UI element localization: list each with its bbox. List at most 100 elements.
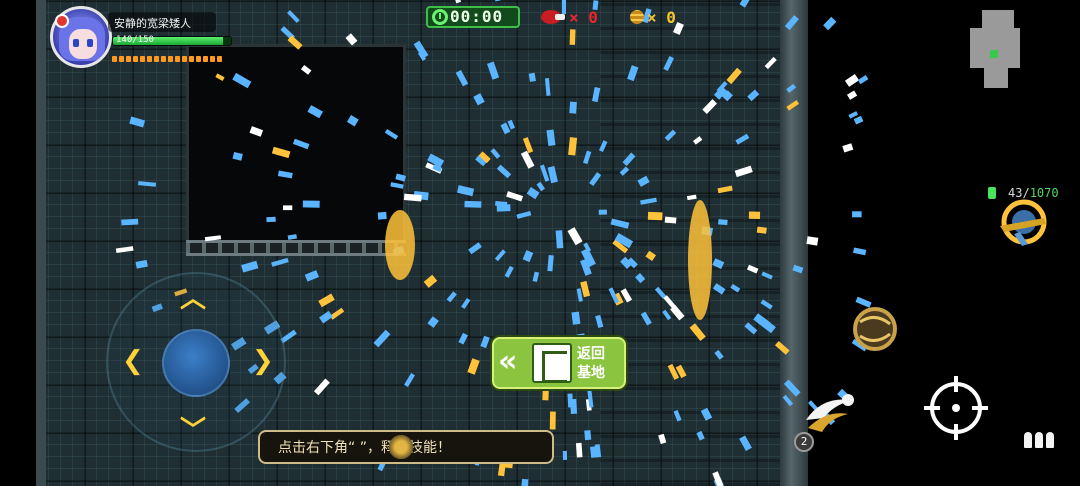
hp-text: 140/150 xyxy=(116,35,154,45)
effect-shard xyxy=(377,211,387,220)
effect-shard xyxy=(792,264,804,274)
effect-shard xyxy=(528,72,536,82)
effect-shard xyxy=(734,165,753,178)
effect-shard xyxy=(135,259,148,269)
coin-count: × 0 xyxy=(647,8,676,27)
effect-shard xyxy=(313,378,330,396)
effect-shard xyxy=(730,283,741,293)
energy-pip xyxy=(133,56,138,62)
effect-shard xyxy=(423,274,438,288)
effect-shard xyxy=(494,249,506,262)
effect-shard xyxy=(346,115,359,127)
energy-pip xyxy=(203,56,208,62)
effect-shard xyxy=(467,358,480,375)
timer-text: 00:00 xyxy=(450,7,504,26)
kill-icon xyxy=(541,10,565,24)
effect-shard xyxy=(647,211,663,221)
effect-shard xyxy=(473,93,485,106)
effect-shard xyxy=(857,74,869,85)
effect-shard xyxy=(532,271,540,282)
effect-shard xyxy=(493,0,501,2)
effect-shard xyxy=(539,164,550,182)
effect-shard xyxy=(735,133,750,145)
effect-shard xyxy=(640,311,652,326)
effect-shard xyxy=(823,16,837,31)
effect-shard xyxy=(390,182,404,189)
effect-shard xyxy=(304,270,320,282)
weapon-icon[interactable] xyxy=(996,198,1052,250)
effect-shard xyxy=(569,29,576,45)
effect-shard xyxy=(307,105,323,119)
tip-text: 点击右下角“ ”，释放技能！ xyxy=(278,440,451,456)
effect-shard xyxy=(266,216,276,223)
effect-shard xyxy=(575,442,583,458)
energy-pip xyxy=(112,56,117,62)
effect-shard xyxy=(569,101,577,114)
effect-shard xyxy=(395,173,407,182)
effect-shard xyxy=(555,230,564,249)
energy-pip xyxy=(217,56,222,62)
effect-shard xyxy=(536,181,545,192)
effect-shard xyxy=(635,273,646,284)
effect-shard xyxy=(748,211,761,219)
effect-shard xyxy=(121,218,139,226)
effect-shard xyxy=(726,67,742,85)
effect-shard xyxy=(464,200,482,208)
energy-pip xyxy=(154,56,159,62)
avatar-eye-right xyxy=(87,39,93,47)
effect-shard xyxy=(249,126,264,137)
energy-pip xyxy=(175,56,180,62)
effect-shard xyxy=(658,433,667,445)
chevron-up-icon: ︿ xyxy=(180,284,207,314)
effect-shard xyxy=(786,83,797,94)
effect-shard xyxy=(455,70,469,87)
effect-shard xyxy=(664,216,677,224)
effect-shard xyxy=(589,172,602,186)
effect-shard xyxy=(712,283,726,295)
effect-shard xyxy=(567,227,583,246)
notification-badge xyxy=(55,14,69,28)
effect-shard xyxy=(138,181,157,187)
effect-shard xyxy=(667,363,680,380)
energy-pip xyxy=(119,56,124,62)
effect-shard xyxy=(480,335,490,349)
effect-shard xyxy=(271,146,291,159)
effect-shard xyxy=(756,226,767,234)
chevron-right-icon: ❯ xyxy=(252,346,274,376)
effect-shard xyxy=(562,450,568,460)
effect-shard xyxy=(622,152,636,167)
effect-shard xyxy=(520,478,529,486)
effect-shard xyxy=(610,218,630,229)
chevron-left-icon: ❮ xyxy=(122,346,144,376)
clock-icon xyxy=(432,9,448,25)
effect-shard xyxy=(848,111,858,119)
crosshair-icon[interactable] xyxy=(920,372,992,444)
effect-shard xyxy=(852,211,862,218)
effect-shard xyxy=(506,191,524,202)
effect-shard xyxy=(696,430,705,441)
effect-shard xyxy=(739,0,753,8)
effect-shard xyxy=(595,314,604,329)
effect-shard xyxy=(598,209,607,215)
effect-shard xyxy=(689,323,706,341)
effect-shard xyxy=(318,293,335,308)
effect-shard xyxy=(786,100,800,111)
enemy-sprite xyxy=(688,200,712,320)
effect-shard xyxy=(404,372,415,388)
minimap[interactable] xyxy=(968,10,1024,90)
joystick-knob[interactable] xyxy=(162,329,230,397)
effect-shard xyxy=(700,407,713,421)
energy-pip xyxy=(161,56,166,62)
effect-shard xyxy=(549,411,556,430)
effect-shard xyxy=(547,255,554,272)
effect-shard xyxy=(458,332,468,345)
effect-shard xyxy=(496,204,511,212)
effect-shard xyxy=(637,175,650,187)
return-base-label-line2: 基地 xyxy=(577,365,605,381)
effect-shard xyxy=(592,87,601,103)
weapon-swap-button[interactable] xyxy=(848,302,902,356)
effect-shard xyxy=(232,72,252,89)
skill-charge-count: 2 xyxy=(794,432,814,452)
effect-shard xyxy=(516,210,532,219)
energy-bar xyxy=(112,56,222,62)
